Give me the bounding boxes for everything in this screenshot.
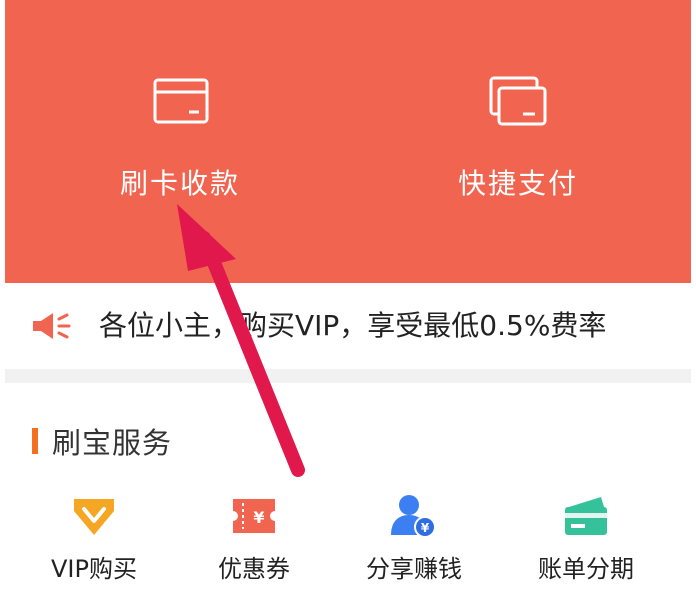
notice-bar[interactable]: 各位小主，购买VIP，享受最低0.5%费率 xyxy=(5,283,691,369)
credit-card-icon xyxy=(153,78,209,124)
swipe-card-label: 刷卡收款 xyxy=(119,167,240,200)
notice-text: 各位小主，购买VIP，享受最低0.5%费率 xyxy=(99,309,607,342)
coupon-icon: ¥ xyxy=(233,499,275,533)
section-header: 刷宝服务 xyxy=(32,423,173,460)
user-money-icon: ¥ xyxy=(391,495,436,538)
service-share-earn[interactable]: ¥ 分享赚钱 xyxy=(339,493,489,593)
section-accent-bar xyxy=(32,428,38,454)
service-label: VIP购买 xyxy=(51,555,137,583)
service-label: 优惠券 xyxy=(218,555,290,583)
svg-text:¥: ¥ xyxy=(421,521,430,535)
stacked-cards-icon xyxy=(489,76,547,126)
service-bill-installment[interactable]: 账单分期 xyxy=(511,493,661,593)
bill-card-icon xyxy=(565,497,607,535)
section-divider xyxy=(5,369,691,383)
svg-text:¥: ¥ xyxy=(253,508,264,527)
section-title: 刷宝服务 xyxy=(52,426,173,460)
service-vip-purchase[interactable]: VIP购买 xyxy=(19,493,169,593)
services-section: 刷宝服务 VIP购买 ¥ 优惠券 ¥ 分享赚钱 账单分期 xyxy=(5,383,691,599)
swipe-card-button[interactable]: 刷卡收款 xyxy=(70,70,290,210)
service-coupon[interactable]: ¥ 优惠券 xyxy=(179,493,329,593)
service-label: 分享赚钱 xyxy=(366,555,462,583)
speaker-icon xyxy=(33,313,71,339)
quick-pay-button[interactable]: 快捷支付 xyxy=(408,70,628,210)
top-action-panel: 刷卡收款 快捷支付 xyxy=(5,0,691,283)
notice-fade xyxy=(631,283,691,369)
diamond-icon xyxy=(74,499,114,535)
service-label: 账单分期 xyxy=(538,555,634,583)
quick-pay-label: 快捷支付 xyxy=(457,167,578,200)
